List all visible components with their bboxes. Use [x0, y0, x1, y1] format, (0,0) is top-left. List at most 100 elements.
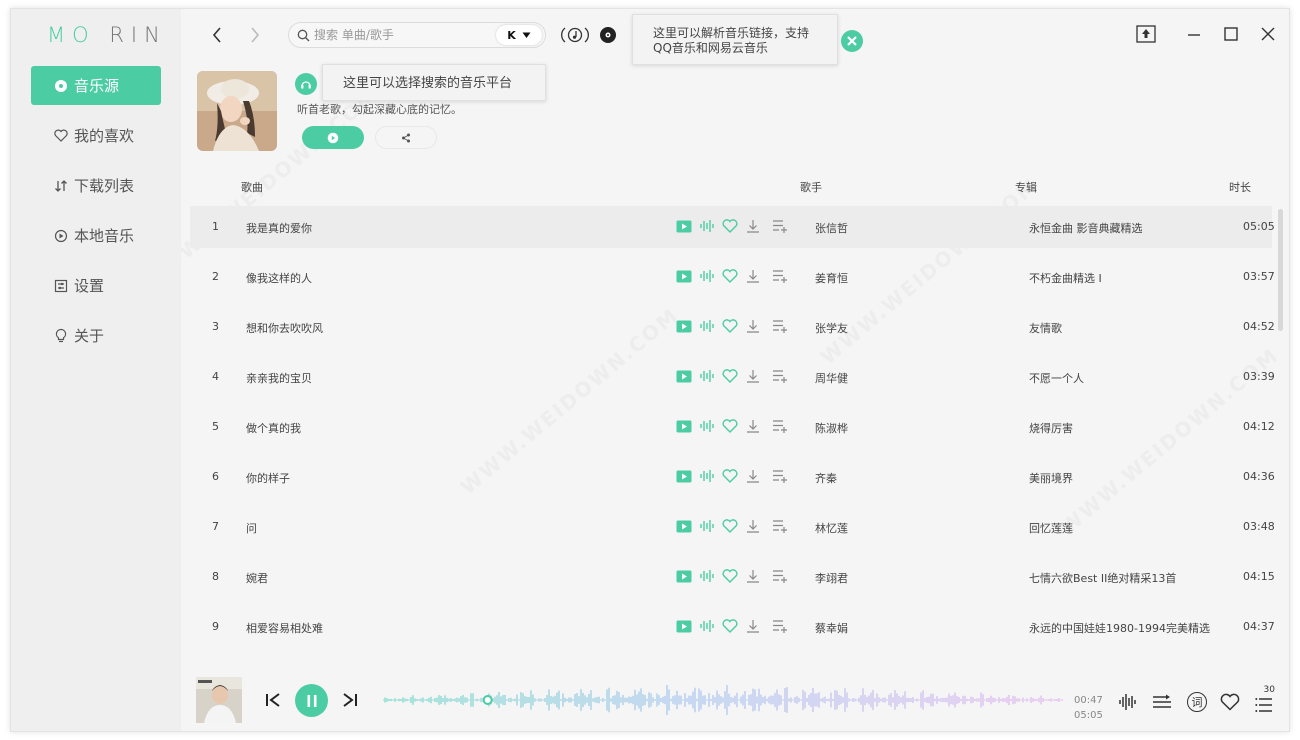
- table-row[interactable]: 5 做个真的我 陈淑桦 烧得厉害 04:12: [190, 406, 1275, 448]
- download-button[interactable]: [744, 318, 762, 334]
- artist-name[interactable]: 陈淑桦: [815, 420, 848, 436]
- play-video-button[interactable]: [675, 468, 693, 484]
- like-button[interactable]: [721, 518, 739, 534]
- search-input[interactable]: [314, 28, 484, 42]
- sidebar-item-about[interactable]: 关于: [31, 316, 161, 355]
- like-button[interactable]: [721, 368, 739, 384]
- like-button[interactable]: [721, 468, 739, 484]
- progress-handle[interactable]: [482, 695, 493, 705]
- album-name[interactable]: 永远的中国娃娃1980-1994完美精选: [1029, 620, 1210, 636]
- add-to-playlist-button[interactable]: [771, 368, 789, 384]
- album-name[interactable]: 永恒金曲 影音典藏精选: [1029, 220, 1143, 236]
- download-button[interactable]: [744, 518, 762, 534]
- sidebar-item-music-source[interactable]: 音乐源: [31, 66, 161, 105]
- album-name[interactable]: 不愿一个人: [1029, 370, 1084, 386]
- table-row[interactable]: 6 你的样子 齐秦 美丽境界 04:36: [190, 456, 1275, 498]
- song-title[interactable]: 我是真的爱你: [246, 220, 312, 236]
- table-row[interactable]: 8 婉君 李翊君 七情六欲Best II绝对精采13首 04:15: [190, 556, 1275, 598]
- download-button[interactable]: [744, 568, 762, 584]
- album-name[interactable]: 美丽境界: [1029, 470, 1073, 486]
- previous-button[interactable]: [262, 689, 284, 711]
- maximize-button[interactable]: [1218, 21, 1244, 47]
- next-button[interactable]: [339, 689, 361, 711]
- waveform-button[interactable]: [698, 568, 716, 584]
- artist-name[interactable]: 齐秦: [815, 470, 837, 486]
- download-button[interactable]: [744, 618, 762, 634]
- table-row[interactable]: 4 亲亲我的宝贝 周华健 不愿一个人 03:39: [190, 356, 1275, 398]
- now-playing-cover[interactable]: [196, 677, 242, 723]
- song-title[interactable]: 像我这样的人: [246, 270, 312, 286]
- waveform-button[interactable]: [698, 468, 716, 484]
- sidebar-item-downloads[interactable]: 下载列表: [31, 166, 161, 205]
- add-to-playlist-button[interactable]: [771, 468, 789, 484]
- album-name[interactable]: 烧得厉害: [1029, 420, 1073, 436]
- add-to-playlist-button[interactable]: [771, 218, 789, 234]
- like-button[interactable]: [721, 218, 739, 234]
- like-button[interactable]: [721, 268, 739, 284]
- mini-mode-button[interactable]: [1133, 21, 1159, 47]
- sidebar-item-settings[interactable]: 设置: [31, 266, 161, 305]
- waveform-button[interactable]: [698, 618, 716, 634]
- lyrics-button[interactable]: 词: [1185, 690, 1209, 714]
- add-to-playlist-button[interactable]: [771, 318, 789, 334]
- song-title[interactable]: 婉君: [246, 570, 268, 586]
- playlist-button[interactable]: 30: [1251, 683, 1277, 717]
- play-video-button[interactable]: [675, 618, 693, 634]
- back-button[interactable]: [205, 23, 229, 47]
- artist-name[interactable]: 张信哲: [815, 220, 848, 236]
- waveform-progress[interactable]: [383, 685, 1063, 715]
- table-row[interactable]: 2 像我这样的人 姜育恒 不朽金曲精选 Ⅰ 03:57: [190, 256, 1275, 298]
- like-button[interactable]: [721, 418, 739, 434]
- song-title[interactable]: 做个真的我: [246, 420, 301, 436]
- song-title[interactable]: 亲亲我的宝贝: [246, 370, 312, 386]
- artist-name[interactable]: 周华健: [815, 370, 848, 386]
- close-window-button[interactable]: [1255, 21, 1281, 47]
- download-button[interactable]: [744, 268, 762, 284]
- download-button[interactable]: [744, 368, 762, 384]
- like-button[interactable]: [721, 618, 739, 634]
- waveform-button[interactable]: [698, 218, 716, 234]
- table-row[interactable]: 1 我是真的爱你 张信哲 永恒金曲 影音典藏精选 05:05: [190, 206, 1275, 248]
- song-title[interactable]: 相爱容易相处难: [246, 620, 323, 636]
- sidebar-item-local-music[interactable]: 本地音乐: [31, 216, 161, 255]
- share-button[interactable]: [375, 126, 437, 149]
- artist-name[interactable]: 林忆莲: [815, 520, 848, 536]
- add-to-playlist-button[interactable]: [771, 518, 789, 534]
- play-video-button[interactable]: [675, 318, 693, 334]
- play-all-button[interactable]: [302, 126, 364, 149]
- artist-name[interactable]: 蔡幸娟: [815, 620, 848, 636]
- download-button[interactable]: [744, 218, 762, 234]
- album-name[interactable]: 不朽金曲精选 Ⅰ: [1029, 270, 1102, 286]
- album-name[interactable]: 友情歌: [1029, 320, 1062, 336]
- waveform-button[interactable]: [698, 418, 716, 434]
- sidebar-item-favorites[interactable]: 我的喜欢: [31, 116, 161, 155]
- vinyl-button[interactable]: [597, 24, 619, 46]
- pause-button[interactable]: [295, 684, 328, 717]
- add-to-playlist-button[interactable]: [771, 268, 789, 284]
- waveform-button[interactable]: [698, 318, 716, 334]
- add-to-playlist-button[interactable]: [771, 618, 789, 634]
- play-video-button[interactable]: [675, 518, 693, 534]
- album-name[interactable]: 七情六欲Best II绝对精采13首: [1029, 570, 1176, 586]
- download-button[interactable]: [744, 468, 762, 484]
- play-video-button[interactable]: [675, 218, 693, 234]
- play-video-button[interactable]: [675, 268, 693, 284]
- add-to-playlist-button[interactable]: [771, 418, 789, 434]
- artist-name[interactable]: 姜育恒: [815, 270, 848, 286]
- table-row[interactable]: 7 问 林忆莲 回忆莲莲 03:48: [190, 506, 1275, 548]
- play-mode-button[interactable]: [1150, 691, 1174, 713]
- like-button[interactable]: [721, 568, 739, 584]
- like-button[interactable]: [721, 318, 739, 334]
- forward-button[interactable]: [243, 23, 267, 47]
- waveform-button[interactable]: [698, 268, 716, 284]
- minimize-button[interactable]: [1181, 21, 1207, 47]
- waveform-button[interactable]: [698, 368, 716, 384]
- play-video-button[interactable]: [675, 368, 693, 384]
- sound-effect-button[interactable]: [1116, 691, 1138, 713]
- favorite-button[interactable]: [1218, 691, 1242, 713]
- album-name[interactable]: 回忆莲莲: [1029, 520, 1073, 536]
- scrollbar[interactable]: [1278, 209, 1283, 649]
- play-video-button[interactable]: [675, 568, 693, 584]
- artist-name[interactable]: 张学友: [815, 320, 848, 336]
- table-row[interactable]: 9 相爱容易相处难 蔡幸娟 永远的中国娃娃1980-1994完美精选 04:37: [190, 606, 1275, 648]
